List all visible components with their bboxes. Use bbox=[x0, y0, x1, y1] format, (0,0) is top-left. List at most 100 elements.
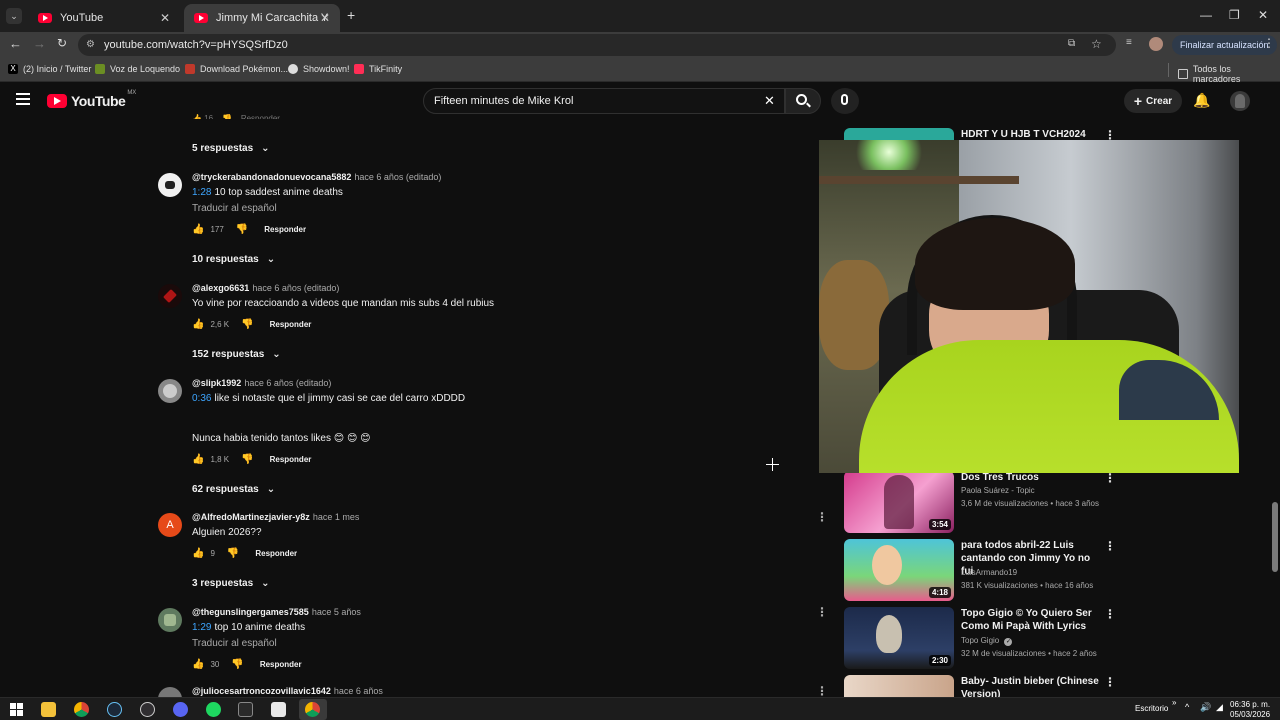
search-input[interactable]: Fifteen minutes de Mike Krol ✕ bbox=[423, 88, 785, 114]
bookmark-showdown[interactable]: Showdown! bbox=[288, 64, 350, 74]
replies-toggle[interactable]: 152 respuestas ⌄ bbox=[192, 349, 281, 360]
avatar[interactable]: A bbox=[158, 513, 182, 537]
reply-button[interactable]: Responder bbox=[264, 225, 306, 234]
comment-time[interactable]: hace 6 años (editado) bbox=[354, 172, 441, 182]
video-channel[interactable]: Topo Gigio ✓ bbox=[961, 636, 1013, 646]
translate-link[interactable]: Traducir al español bbox=[192, 203, 277, 214]
media-control-icon[interactable]: ≡ bbox=[1126, 37, 1132, 48]
comment-menu-icon[interactable]: ⋮ bbox=[816, 605, 828, 619]
comment-author[interactable]: @slipk1992 bbox=[192, 378, 241, 388]
dislike-icon[interactable]: 👎 bbox=[236, 224, 248, 235]
epic-games-icon[interactable] bbox=[238, 702, 253, 717]
bookmark-twitter[interactable]: X (2) Inicio / Twitter bbox=[8, 64, 91, 74]
video-thumbnail[interactable]: 3:54 bbox=[844, 471, 954, 533]
profile-avatar[interactable] bbox=[1149, 37, 1163, 51]
comment-author[interactable]: @thegunslingergames7585 bbox=[192, 607, 309, 617]
account-avatar[interactable] bbox=[1230, 91, 1250, 111]
reply-button[interactable]: Responder bbox=[270, 455, 312, 464]
recommended-video[interactable]: HDRT Y U HJB T VCH2024 ⋮ bbox=[844, 128, 1264, 142]
clear-search-icon[interactable]: ✕ bbox=[764, 93, 775, 109]
voice-search-button[interactable] bbox=[831, 88, 859, 114]
comment-menu-icon[interactable]: ⋮ bbox=[816, 684, 828, 698]
avatar[interactable] bbox=[158, 687, 182, 697]
video-title[interactable]: Baby- Justin bieber (Chinese Version) bbox=[961, 675, 1101, 697]
reply-button[interactable]: Responder bbox=[270, 320, 312, 329]
bookmark-star-icon[interactable]: ☆ bbox=[1091, 37, 1102, 51]
timestamp-link[interactable]: 1:29 bbox=[192, 622, 211, 633]
reply-button[interactable]: Responder bbox=[260, 660, 302, 669]
address-bar[interactable]: ⚙ youtube.com/watch?v=pHYSQSrfDz0 ⧉ ☆ bbox=[78, 34, 1116, 56]
close-window-icon[interactable]: ✕ bbox=[1258, 8, 1268, 22]
comment-author[interactable]: @juliocesartroncozovillavic1642 bbox=[192, 687, 331, 696]
comment-time[interactable]: hace 6 años (editado) bbox=[252, 283, 339, 293]
video-thumbnail[interactable]: 4:18 bbox=[844, 539, 954, 601]
comment-time[interactable]: hace 5 años bbox=[312, 607, 361, 617]
comment-author[interactable]: @AlfredoMartinezjavier-y8z bbox=[192, 512, 310, 522]
all-bookmarks[interactable]: Todos los marcadores bbox=[1178, 64, 1280, 84]
dislike-icon[interactable]: 👎 bbox=[227, 548, 239, 559]
windows-start-icon[interactable] bbox=[9, 702, 24, 717]
replies-toggle[interactable]: 10 respuestas ⌄ bbox=[192, 254, 275, 265]
timestamp-link[interactable]: 1:28 bbox=[192, 187, 211, 198]
tab-search-icon[interactable]: ⌄ bbox=[6, 8, 22, 24]
timestamp-link[interactable]: 0:36 bbox=[192, 393, 211, 404]
spotify-icon[interactable] bbox=[206, 702, 221, 717]
chrome-active-icon[interactable] bbox=[299, 699, 327, 720]
close-tab-icon[interactable]: ✕ bbox=[320, 11, 330, 25]
reload-icon[interactable]: ↻ bbox=[57, 36, 67, 50]
discord-icon[interactable] bbox=[173, 702, 188, 717]
replies-toggle[interactable]: 5 respuestas ⌄ bbox=[192, 143, 270, 154]
bookmark-pokemon[interactable]: Download Pokémon... bbox=[185, 64, 288, 74]
chrome-menu-icon[interactable]: ⋮ bbox=[1263, 36, 1275, 50]
site-info-icon[interactable]: ⚙ bbox=[86, 39, 95, 50]
video-thumbnail[interactable] bbox=[844, 675, 954, 697]
create-button[interactable]: + Crear bbox=[1124, 89, 1182, 113]
dislike-icon[interactable]: 👎 bbox=[241, 454, 253, 465]
translate-link[interactable]: Traducir al español bbox=[192, 638, 277, 649]
video-menu-icon[interactable]: ⋮ bbox=[1104, 607, 1116, 621]
video-channel[interactable]: Paola Suárez - Topic bbox=[961, 486, 1035, 495]
minimize-icon[interactable]: — bbox=[1200, 8, 1212, 22]
video-menu-icon[interactable]: ⋮ bbox=[1104, 539, 1116, 553]
tab-video[interactable]: Jimmy Mi Carcachita Yega Reco ✕ bbox=[184, 4, 340, 32]
finish-update-button[interactable]: Finalizar actualización bbox=[1172, 35, 1277, 55]
avatar[interactable] bbox=[158, 284, 182, 308]
comment-menu-icon[interactable]: ⋮ bbox=[816, 510, 828, 524]
overflow-chevron-icon[interactable]: » bbox=[1172, 698, 1176, 707]
recommended-video[interactable]: Baby- Justin bieber (Chinese Version) ⋮ bbox=[844, 675, 1264, 697]
comment-author[interactable]: @tryckerabandonadonuevocana5882 bbox=[192, 172, 351, 182]
back-icon[interactable]: ← bbox=[9, 36, 22, 51]
search-button[interactable] bbox=[785, 88, 821, 114]
bookmark-tikfinity[interactable]: TikFinity bbox=[354, 64, 402, 74]
avatar[interactable] bbox=[158, 173, 182, 197]
obs-icon[interactable] bbox=[140, 702, 155, 717]
forward-icon[interactable]: → bbox=[33, 36, 46, 51]
replies-toggle[interactable]: 62 respuestas ⌄ bbox=[192, 484, 275, 495]
chrome-icon[interactable] bbox=[74, 702, 89, 717]
like-icon[interactable]: 👍 bbox=[192, 548, 204, 559]
scrollbar-thumb[interactable] bbox=[1272, 502, 1278, 572]
like-icon[interactable]: 👍 bbox=[192, 224, 204, 235]
tray-up-icon[interactable]: ^ bbox=[1185, 702, 1189, 712]
comment-time[interactable]: hace 1 mes bbox=[313, 512, 360, 522]
comment-time[interactable]: hace 6 años (editado) bbox=[244, 378, 331, 388]
youtube-logo[interactable]: YouTube MX bbox=[47, 90, 136, 109]
dislike-icon[interactable]: 👎 bbox=[241, 319, 253, 330]
tab-youtube[interactable]: YouTube ✕ bbox=[28, 4, 180, 32]
like-icon[interactable]: 👍 bbox=[192, 454, 204, 465]
streamlabs-icon[interactable] bbox=[271, 702, 286, 717]
steam-icon[interactable] bbox=[107, 702, 122, 717]
system-clock[interactable]: 06:36 p. m. 05/03/2026 bbox=[1230, 700, 1270, 720]
new-tab-button[interactable]: + bbox=[347, 7, 355, 23]
avatar[interactable] bbox=[158, 608, 182, 632]
like-icon[interactable]: 👍 bbox=[192, 659, 204, 670]
restore-icon[interactable]: ❐ bbox=[1229, 8, 1240, 22]
avatar[interactable] bbox=[158, 379, 182, 403]
desktop-label[interactable]: Escritorio bbox=[1135, 704, 1168, 713]
video-menu-icon[interactable]: ⋮ bbox=[1104, 471, 1116, 485]
video-thumbnail[interactable]: 2:30 bbox=[844, 607, 954, 669]
comment-time[interactable]: hace 6 años bbox=[334, 687, 383, 696]
network-icon[interactable]: ◢ bbox=[1216, 702, 1223, 713]
page-scrollbar[interactable] bbox=[1271, 119, 1280, 697]
like-icon[interactable]: 👍 bbox=[192, 319, 204, 330]
